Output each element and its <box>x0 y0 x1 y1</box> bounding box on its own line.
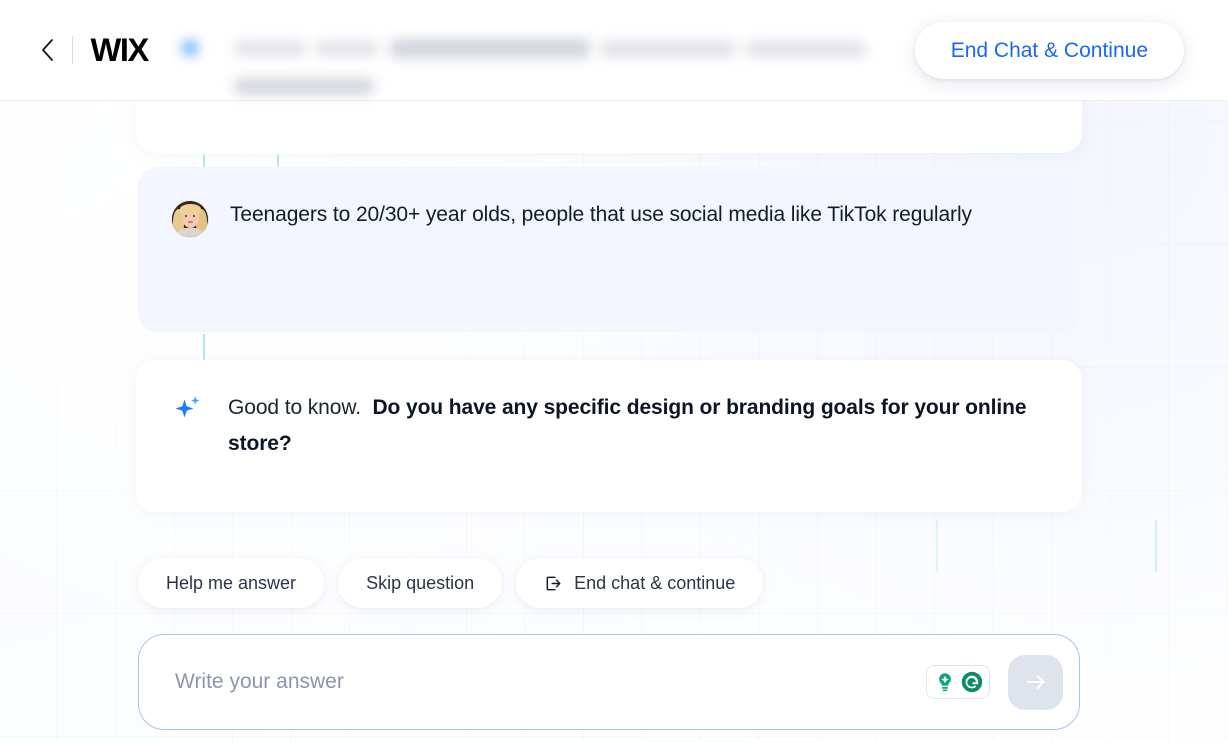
chat-thread: Teenagers to 20/30+ year olds, people th… <box>136 101 1082 742</box>
scrolled-message-bubble <box>136 101 1082 153</box>
wix-logo: WIX <box>90 34 147 66</box>
header-divider <box>72 36 73 64</box>
end-chat-and-continue-button[interactable]: End Chat & Continue <box>915 22 1184 79</box>
lightbulb-icon <box>932 669 958 695</box>
blur-text-line <box>600 41 736 57</box>
grid-accent-tick <box>1155 520 1157 572</box>
help-me-answer-chip[interactable]: Help me answer <box>138 558 324 608</box>
arrow-right-icon <box>1022 668 1050 696</box>
send-button[interactable] <box>1008 655 1063 710</box>
blur-text-line <box>746 41 866 57</box>
quick-action-chips: Help me answer Skip question End chat & … <box>138 558 763 608</box>
grammarly-widget[interactable] <box>926 665 990 699</box>
blur-text-line <box>390 39 590 58</box>
blur-text-line <box>234 78 374 95</box>
assistant-message-text: Good to know. Do you have any specific d… <box>228 390 1046 462</box>
answer-composer <box>138 634 1080 730</box>
blur-avatar-dot <box>182 40 198 56</box>
assistant-lead-text: Good to know. <box>228 396 361 419</box>
app-header: WIX End Chat & Continue <box>0 0 1228 101</box>
user-message-text: Teenagers to 20/30+ year olds, people th… <box>230 197 972 233</box>
sparkle-icon <box>170 392 206 428</box>
grammarly-g-icon <box>959 669 985 695</box>
skip-question-chip[interactable]: Skip question <box>338 558 502 608</box>
blur-text-line <box>316 41 378 56</box>
skip-question-label: Skip question <box>366 573 474 594</box>
answer-input[interactable] <box>175 635 926 729</box>
back-button[interactable] <box>30 33 64 67</box>
chevron-left-icon <box>41 39 54 61</box>
end-chat-continue-chip-label: End chat & continue <box>574 573 735 594</box>
exit-icon <box>544 574 563 593</box>
user-avatar <box>172 201 208 237</box>
scrolled-message-blur <box>168 22 868 88</box>
help-me-answer-label: Help me answer <box>166 573 296 594</box>
assistant-message: Good to know. Do you have any specific d… <box>136 360 1082 512</box>
end-chat-continue-chip[interactable]: End chat & continue <box>516 558 763 608</box>
header-left-group: WIX <box>0 33 147 67</box>
blur-text-line <box>234 41 306 56</box>
user-message: Teenagers to 20/30+ year olds, people th… <box>138 167 1080 332</box>
chat-page: WIX End Chat & Continue Teenagers to 20/… <box>0 0 1228 742</box>
